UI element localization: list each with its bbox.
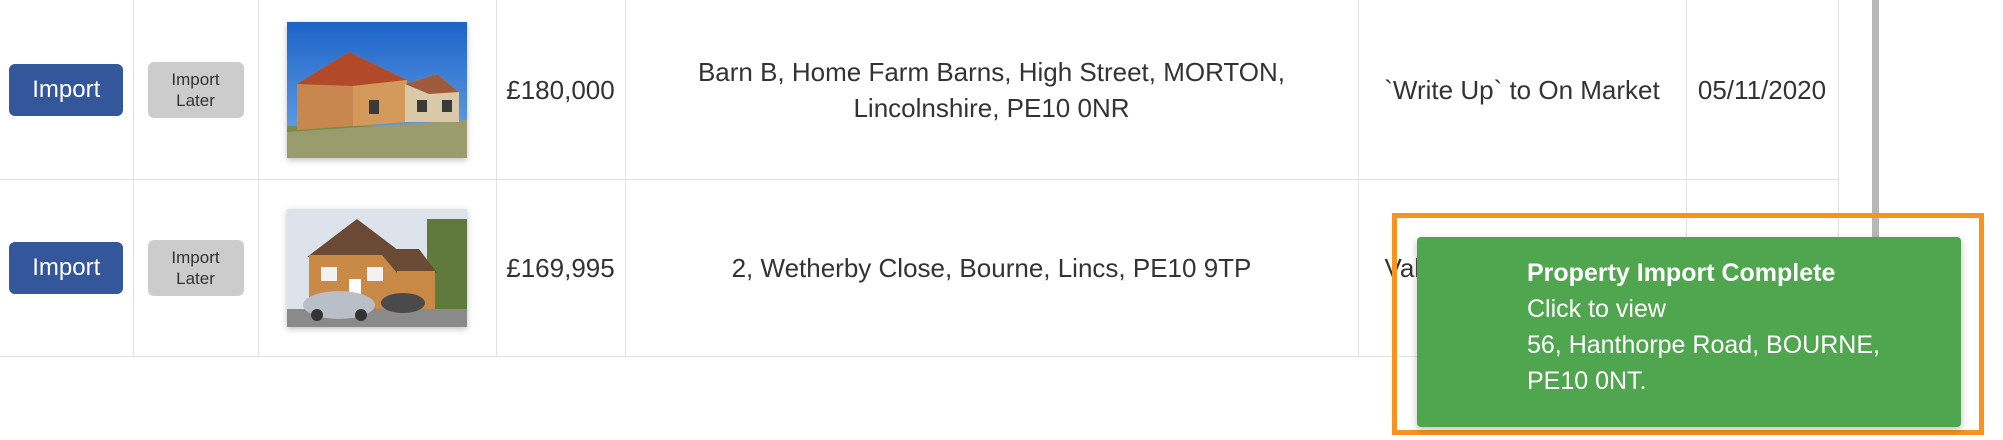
price-cell: £169,995	[496, 179, 626, 357]
photo-cell	[258, 0, 497, 180]
import-later-cell: Import Later	[133, 0, 259, 180]
import-later-button[interactable]: Import Later	[147, 240, 244, 296]
date-cell: 05/11/2020	[1686, 0, 1839, 180]
toast-address-line1: 56, Hanthorpe Road, BOURNE,	[1527, 331, 1880, 359]
toast-subtitle: Click to view	[1527, 295, 1666, 323]
import-later-cell: Import Later	[133, 179, 259, 357]
import-later-button[interactable]: Import Later	[147, 61, 244, 118]
toast-title: Property Import Complete	[1527, 259, 1836, 287]
property-photo[interactable]	[287, 209, 467, 327]
import-cell: Import	[0, 0, 134, 180]
import-complete-toast[interactable]: Property Import Complete Click to view 5…	[1417, 237, 1961, 427]
status-cell: `Write Up` to On Market	[1358, 0, 1687, 180]
house-photo-icon	[287, 21, 467, 158]
house-photo-icon	[287, 209, 467, 327]
property-date: 05/11/2020	[1697, 74, 1827, 105]
table-row: Import Import Later	[0, 0, 1839, 180]
toast-address-line2: PE10 0NT.	[1527, 367, 1647, 395]
photo-cell	[258, 179, 497, 357]
property-price: £180,000	[506, 74, 615, 105]
scrollbar[interactable]	[1872, 0, 1879, 240]
property-photo[interactable]	[287, 21, 467, 158]
property-import-screen: Import Import Later £180,000 Barn B, Hom…	[0, 0, 2003, 440]
import-cell: Import	[0, 179, 134, 357]
address-cell: 2, Wetherby Close, Bourne, Lincs, PE10 9…	[625, 179, 1359, 357]
address-cell: Barn B, Home Farm Barns, High Street, MO…	[625, 0, 1359, 180]
property-address: 2, Wetherby Close, Bourne, Lincs, PE10 9…	[731, 253, 1252, 283]
property-address: Barn B, Home Farm Barns, High Street, MO…	[697, 56, 1286, 123]
import-button[interactable]: Import	[9, 63, 124, 116]
property-status: `Write Up` to On Market	[1384, 74, 1660, 105]
property-price: £169,995	[506, 253, 615, 283]
import-button[interactable]: Import	[9, 242, 124, 294]
price-cell: £180,000	[496, 0, 626, 180]
